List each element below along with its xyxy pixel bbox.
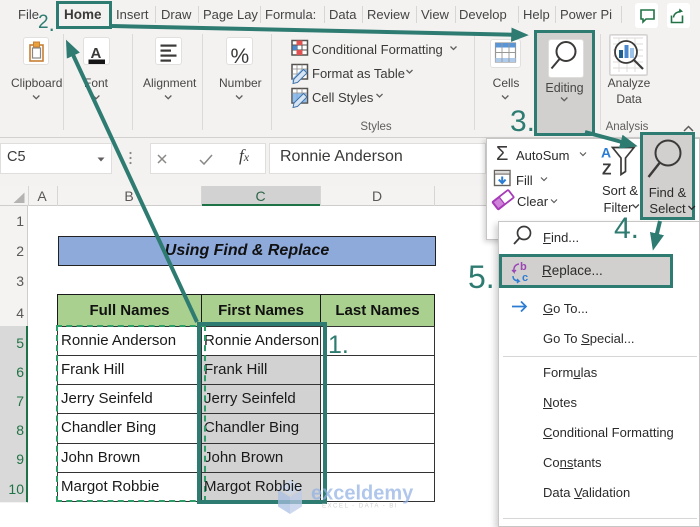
svg-text:EXCEL - DATA - BI: EXCEL - DATA - BI	[322, 503, 398, 510]
svg-text:exceldemy: exceldemy	[311, 483, 414, 505]
